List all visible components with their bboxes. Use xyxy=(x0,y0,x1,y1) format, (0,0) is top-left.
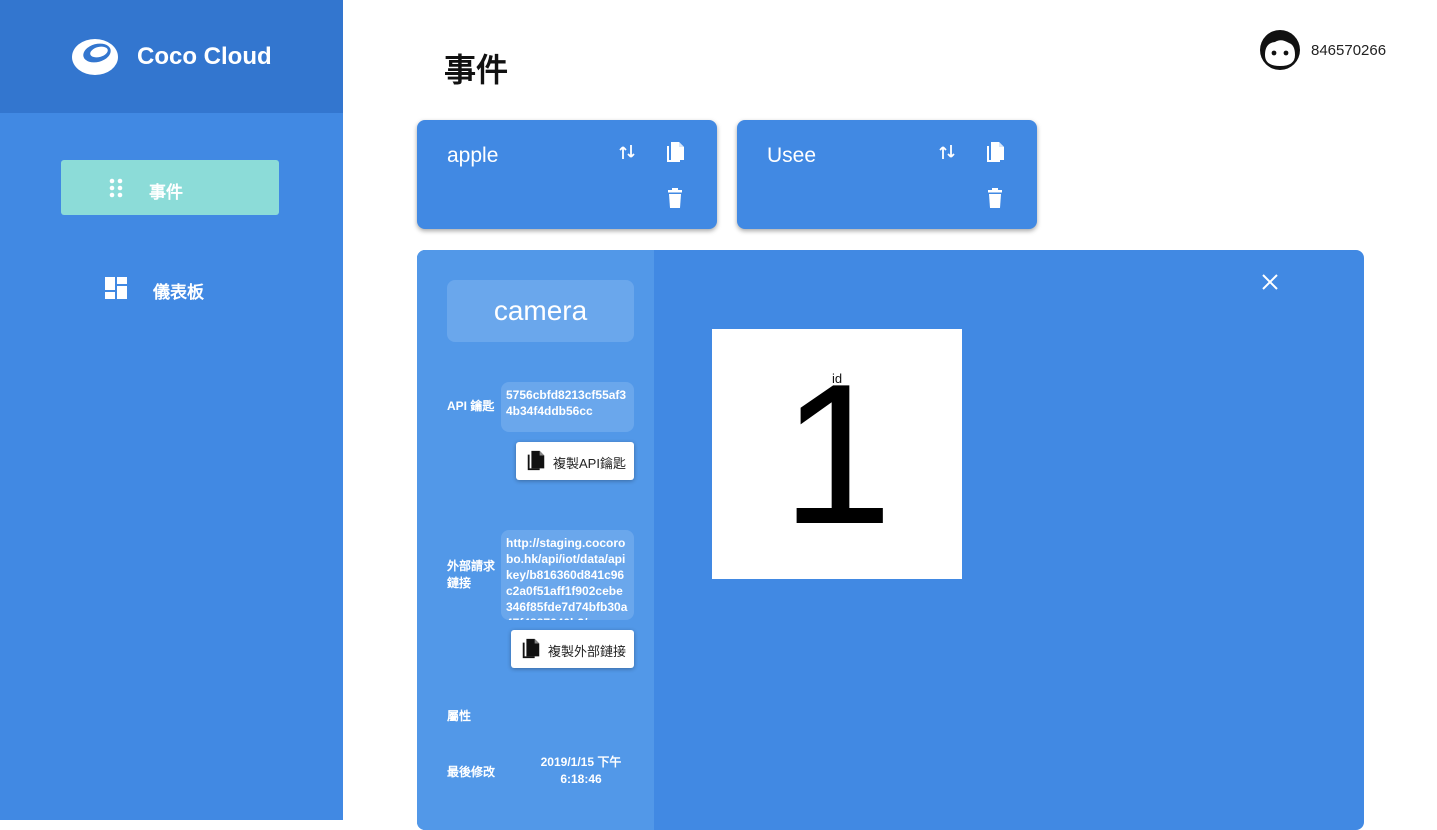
copy-icon[interactable] xyxy=(983,140,1007,164)
sort-icon[interactable] xyxy=(615,140,639,164)
close-icon[interactable] xyxy=(1260,272,1280,292)
delete-icon[interactable] xyxy=(663,186,687,210)
attributes-label: 屬性 xyxy=(447,709,472,723)
face-avatar-icon xyxy=(1260,30,1300,70)
copy-icon[interactable] xyxy=(663,140,687,164)
copy-api-key-label: 複製API鑰匙 xyxy=(553,456,626,471)
brand-name: Coco Cloud xyxy=(137,43,272,70)
coco-cloud-logo xyxy=(72,39,118,75)
data-widget[interactable]: 1 id xyxy=(712,329,962,579)
brand-header[interactable]: Coco Cloud xyxy=(0,0,343,113)
event-detail-panel: camera API 鑰匙 5756cbfd8213cf55af34b34f4d… xyxy=(417,250,1364,830)
copy-external-link-button[interactable]: 複製外部鏈接 xyxy=(511,630,634,668)
delete-icon[interactable] xyxy=(983,186,1007,210)
sidebar-item-label: 儀表板 xyxy=(153,283,204,302)
last-modified-label: 最後修改 xyxy=(447,765,496,779)
sort-icon[interactable] xyxy=(935,140,959,164)
sidebar: Coco Cloud 事件 儀表板 xyxy=(0,0,343,820)
dashboard-icon xyxy=(105,277,127,299)
last-modified-value: 2019/1/15 下午 6:18:46 xyxy=(540,755,622,786)
sidebar-item-events[interactable]: 事件 xyxy=(61,160,279,215)
copy-icon xyxy=(527,450,545,471)
event-name: apple xyxy=(447,144,499,167)
api-key-label: API 鑰匙 xyxy=(447,399,495,413)
device-name: camera xyxy=(447,280,634,342)
page-title: 事件 xyxy=(444,52,509,88)
api-key-field[interactable]: 5756cbfd8213cf55af34b34f4ddb56cc xyxy=(501,382,634,432)
copy-external-link-label: 複製外部鏈接 xyxy=(548,644,627,659)
external-link-label: 外部請求鏈接 xyxy=(447,559,496,590)
sidebar-item-dashboard[interactable]: 儀表板 xyxy=(61,260,279,315)
copy-icon xyxy=(522,638,540,659)
sidebar-item-label: 事件 xyxy=(149,183,183,202)
dots-grid-icon xyxy=(109,178,123,198)
event-card[interactable]: Usee xyxy=(737,120,1037,229)
user-id: 846570266 xyxy=(1311,42,1387,59)
device-info-column: camera API 鑰匙 5756cbfd8213cf55af34b34f4d… xyxy=(417,250,654,830)
copy-api-key-button[interactable]: 複製API鑰匙 xyxy=(516,442,634,480)
widget-label: id xyxy=(831,371,843,386)
event-card[interactable]: apple xyxy=(417,120,717,229)
event-name: Usee xyxy=(767,144,817,167)
external-link-field[interactable]: http://staging.cocorobo.hk/api/iot/data/… xyxy=(501,530,634,620)
